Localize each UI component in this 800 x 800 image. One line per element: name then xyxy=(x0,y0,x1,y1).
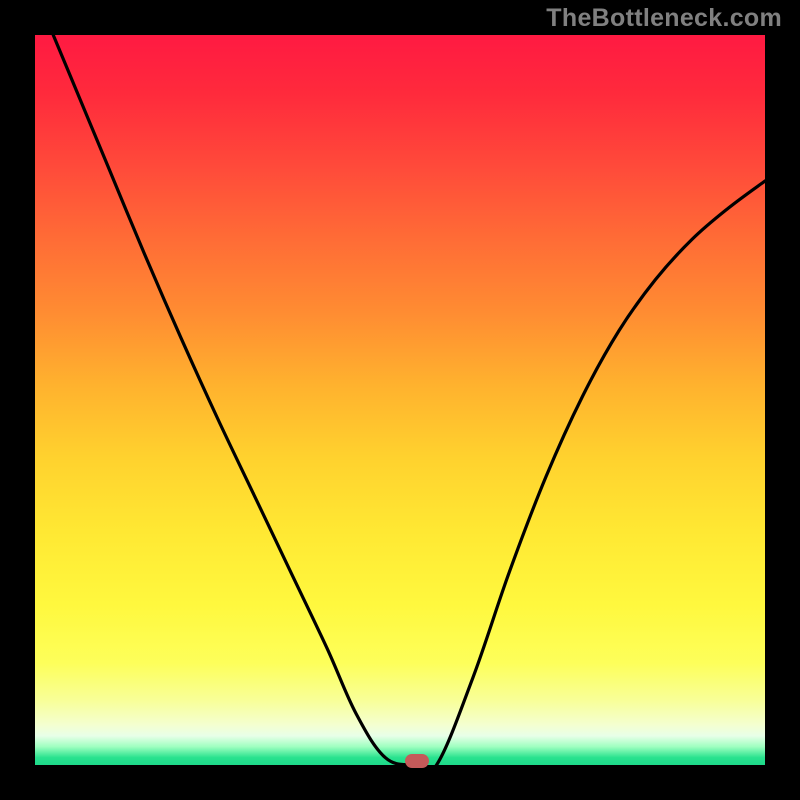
optimum-marker xyxy=(405,754,429,768)
plot-area xyxy=(35,35,765,765)
chart-frame: TheBottleneck.com xyxy=(0,0,800,800)
watermark-text: TheBottleneck.com xyxy=(546,4,782,33)
bottleneck-curve xyxy=(35,35,765,765)
